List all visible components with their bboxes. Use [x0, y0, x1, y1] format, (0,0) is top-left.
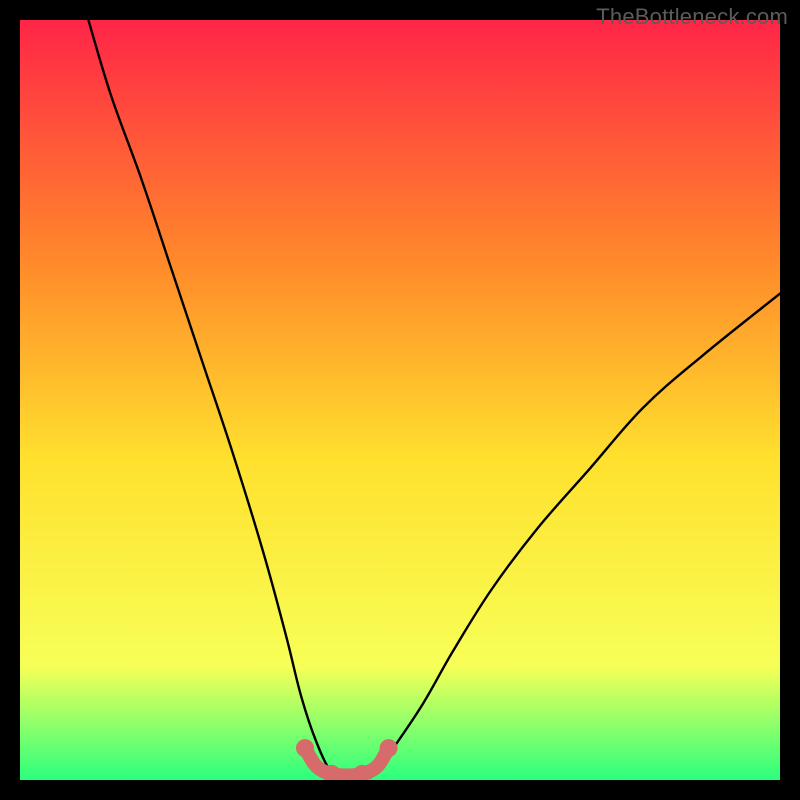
plot-area — [20, 20, 780, 780]
watermark-text: TheBottleneck.com — [596, 4, 788, 30]
highlight-dot — [380, 739, 398, 757]
gradient-background — [20, 20, 780, 780]
chart-frame: TheBottleneck.com — [0, 0, 800, 800]
chart-svg — [20, 20, 780, 780]
highlight-dot — [296, 739, 314, 757]
